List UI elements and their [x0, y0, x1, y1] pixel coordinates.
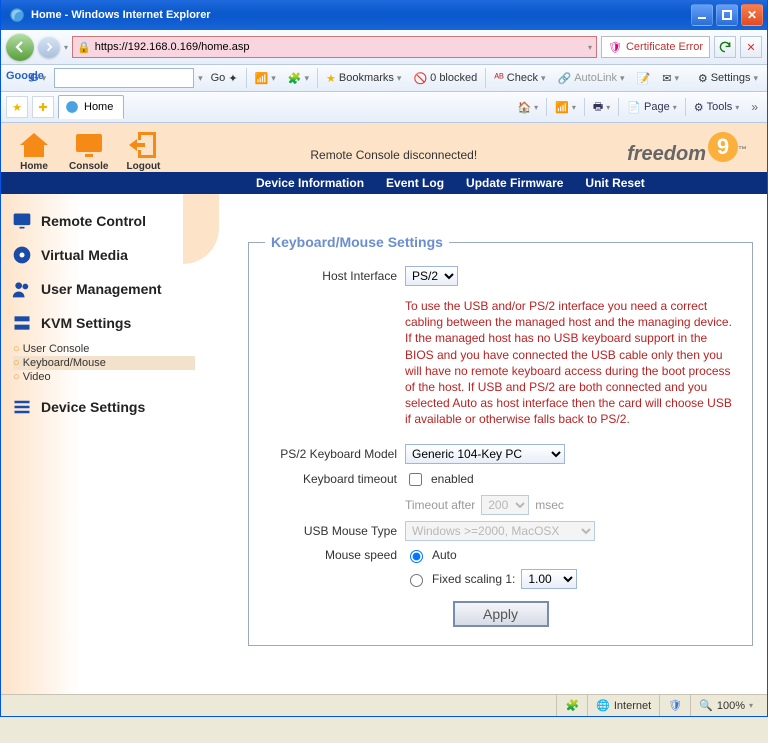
refresh-button[interactable]	[714, 36, 736, 58]
favorites-center-button[interactable]: ★	[6, 96, 28, 118]
apply-button[interactable]: Apply	[453, 601, 549, 627]
monitor-icon	[72, 131, 106, 159]
users-icon	[11, 278, 33, 300]
freedom9-logo: freedom9™	[627, 138, 747, 172]
topnav-unit-reset[interactable]: Unit Reset	[585, 176, 644, 190]
keyboard-mouse-fieldset: Keyboard/Mouse Settings Host Interface P…	[248, 234, 753, 646]
mouse-speed-fixed-radio[interactable]	[410, 574, 423, 587]
google-feeds-button[interactable]: 📶▾	[251, 72, 280, 85]
toolbar-overflow-button[interactable]: »	[747, 100, 762, 114]
app-logout-button[interactable]: Logout	[126, 131, 160, 172]
page-menu-button[interactable]: 📄Page▾	[623, 99, 680, 116]
timeout-value-select: 200	[481, 495, 529, 515]
google-autofill-button[interactable]: 📝	[633, 72, 655, 85]
status-zone[interactable]: 🌐Internet	[587, 695, 659, 716]
google-send-button[interactable]: ✉▾	[658, 72, 683, 85]
mouse-speed-label: Mouse speed	[265, 548, 405, 562]
usb-mouse-select: Windows >=2000, MacOSX	[405, 521, 595, 541]
server-icon	[11, 312, 33, 334]
google-brand-button[interactable]: G▾	[26, 72, 50, 84]
usb-mouse-label: USB Mouse Type	[265, 524, 405, 538]
home-icon	[17, 131, 51, 159]
certificate-error-button[interactable]: 🛡 Certificate Error	[601, 36, 710, 58]
host-interface-info: To use the USB and/or PS/2 interface you…	[405, 292, 736, 438]
kb-timeout-label: Keyboard timeout	[265, 472, 405, 486]
logout-icon	[126, 131, 160, 159]
mouse-speed-fixed-label: Fixed scaling 1:	[432, 572, 515, 586]
google-check-button[interactable]: ᴬᴮCheck▾	[490, 72, 549, 84]
host-interface-label: Host Interface	[265, 269, 405, 283]
disc-icon	[11, 244, 33, 266]
fieldset-legend: Keyboard/Mouse Settings	[265, 234, 449, 250]
kb-model-select[interactable]: Generic 104-Key PC	[405, 444, 565, 464]
app-console-button[interactable]: Console	[69, 131, 108, 172]
kb-model-label: PS/2 Keyboard Model	[265, 447, 405, 461]
topnav-event-log[interactable]: Event Log	[386, 176, 444, 190]
window-maximize-button[interactable]	[716, 4, 738, 26]
print-button[interactable]: 🖶▾	[589, 96, 614, 119]
status-popup-icon[interactable]: 🧩	[556, 695, 587, 716]
address-bar[interactable]: 🔒 https://192.168.0.169/home.asp ▾	[72, 36, 597, 58]
sidebar-sub-user-console[interactable]: User Console	[13, 342, 195, 356]
feeds-button[interactable]: 📶▾	[551, 99, 580, 116]
topnav-update-firmware[interactable]: Update Firmware	[466, 176, 563, 190]
sidebar-kvm-settings[interactable]: KVM Settings	[7, 306, 195, 340]
tools-menu-button[interactable]: ⚙Tools▾	[690, 99, 744, 116]
lock-icon: 🔒	[77, 41, 91, 54]
tab-title: Home	[84, 101, 113, 113]
status-zoom[interactable]: 🔍100%▾	[690, 695, 761, 716]
app-home-button[interactable]: Home	[17, 131, 51, 172]
console-status-message: Remote Console disconnected!	[160, 148, 627, 172]
home-button[interactable]: 🏠▾	[513, 99, 542, 116]
forward-button[interactable]	[38, 36, 60, 58]
google-search-input[interactable]	[54, 68, 194, 88]
ie-icon	[8, 6, 26, 24]
sidebar-sub-keyboard-mouse[interactable]: Keyboard/Mouse	[13, 356, 195, 370]
google-settings-button[interactable]: ⚙Settings▾	[694, 72, 762, 85]
sidebar-user-management[interactable]: User Management	[7, 272, 195, 306]
kb-timeout-enabled-text: enabled	[431, 472, 474, 486]
mouse-speed-auto-radio[interactable]	[410, 550, 423, 563]
window-title: Home - Windows Internet Explorer	[31, 9, 211, 21]
host-interface-select[interactable]: PS/2	[405, 266, 458, 286]
ie-icon	[65, 100, 79, 114]
kb-timeout-checkbox[interactable]	[409, 473, 422, 486]
monitor-icon	[11, 210, 33, 232]
address-url: https://192.168.0.169/home.asp	[95, 41, 250, 53]
globe-icon: 🌐	[596, 699, 610, 712]
sidebar-sub-video[interactable]: Video	[13, 370, 195, 384]
status-protected-mode[interactable]: 🛡	[659, 695, 690, 716]
timeout-after-label: Timeout after	[405, 498, 475, 512]
google-notebook-button[interactable]: 🧩▾	[284, 72, 313, 85]
sidebar-remote-control[interactable]: Remote Control	[7, 204, 195, 238]
timeout-unit: msec	[535, 498, 564, 512]
mouse-speed-auto-label: Auto	[432, 548, 457, 562]
sidebar-device-settings[interactable]: Device Settings	[7, 390, 195, 424]
window-close-button[interactable]: ✕	[741, 4, 763, 26]
back-button[interactable]	[6, 33, 34, 61]
google-toolbar-logo: Google	[6, 70, 22, 86]
window-minimize-button[interactable]	[691, 4, 713, 26]
sidebar-virtual-media[interactable]: Virtual Media	[7, 238, 195, 272]
google-popup-blocker-button[interactable]: 🚫0 blocked	[409, 72, 481, 85]
google-autolink-button[interactable]: 🔗AutoLink▾	[554, 72, 629, 85]
browser-tab[interactable]: Home	[58, 95, 124, 119]
google-bookmarks-button[interactable]: ★Bookmarks▾	[322, 72, 405, 85]
sliders-icon	[11, 396, 33, 418]
stop-button[interactable]: ✕	[740, 36, 762, 58]
mouse-speed-fixed-select[interactable]: 1.00	[521, 569, 577, 589]
shield-icon: 🛡	[668, 699, 682, 712]
add-favorites-button[interactable]: ✚	[32, 96, 54, 118]
topnav-device-info[interactable]: Device Information	[256, 176, 364, 190]
google-go-button[interactable]: Go ✦	[207, 72, 242, 85]
shield-warning-icon: 🛡	[608, 41, 622, 54]
